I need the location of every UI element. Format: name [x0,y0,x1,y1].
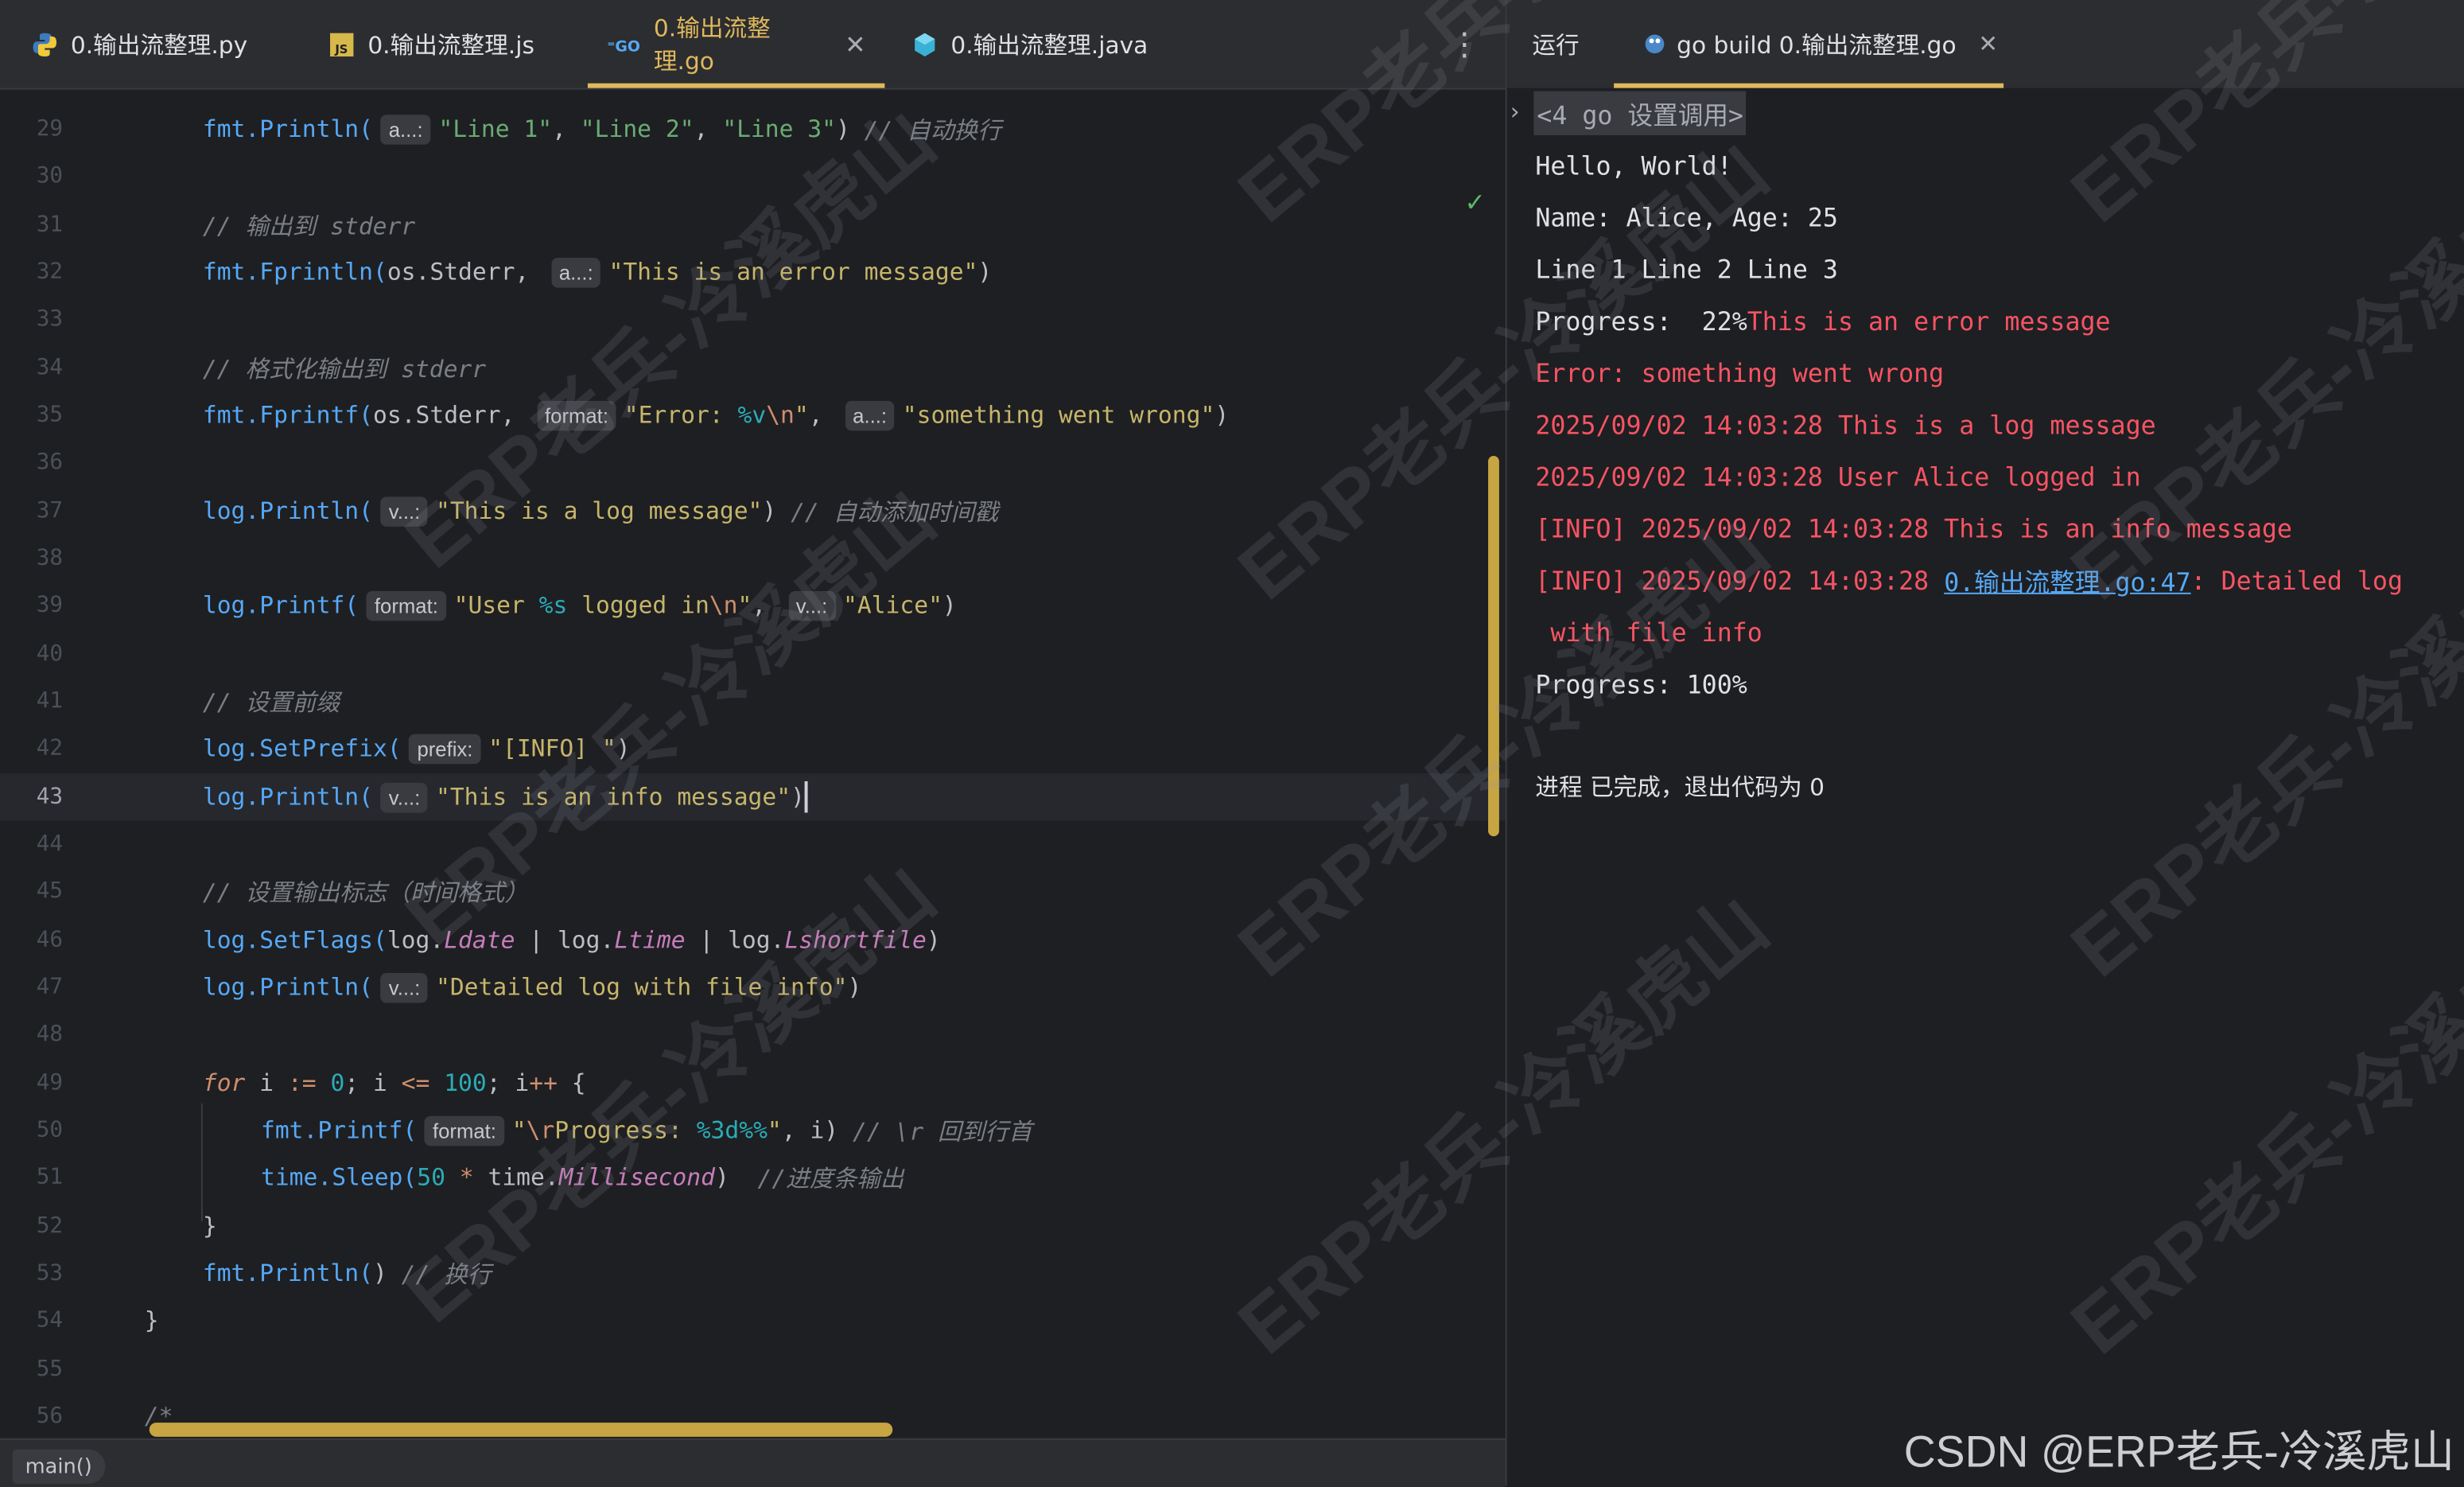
code-text: log.Println(v...: "Detailed log with file… [202,972,862,1002]
code-line[interactable]: 37 log.Println(v...: "This is a log messa… [0,487,1506,534]
console-command-line[interactable]: <4 go 设置调用> [1533,91,1747,135]
console-line: Line 1 Line 2 Line 3 [1535,254,1838,284]
run-panel-header: 运行 go build 0.输出流整理.go ✕ [1506,0,2464,88]
javascript-icon: JS [330,32,354,56]
console-line: Progress: 100% [1535,668,1747,699]
code-editor[interactable]: ✓ 29 fmt.Println(a...: "Line 1", "Line 2"… [0,89,1506,1438]
code-line[interactable]: 44 [0,820,1506,867]
code-line[interactable]: 40 [0,630,1506,677]
code-text: } [202,1212,217,1240]
horizontal-scrollbar[interactable] [149,1423,893,1437]
code-line[interactable]: 49 for i := 0; i <= 100; i ++ { [0,1060,1506,1107]
go-icon: ⁼GO [607,37,640,55]
code-line[interactable]: 31 // 输出到 stderr [0,201,1506,248]
editor-tab-bar: 0.输出流整理.py JS 0.输出流整理.js ⁼GO 0.输出流整理.go … [0,0,1506,90]
console-error-line: [INFO] 2025/09/02 14:03:28 0.输出流整理.go:47… [1535,556,2403,603]
code-line[interactable]: 53 fmt.Println() // 换行 [0,1250,1506,1297]
code-line[interactable]: 46 log.SetFlags(log. Ldate | log. Ltime | … [0,917,1506,963]
code-text: } [144,1306,159,1335]
java-icon [915,32,935,56]
code-text: fmt.Fprintf(os.Stderr, format: "Error: %v… [202,399,1230,430]
console-line: Progress: 22% This is an error message [1535,297,2110,344]
code-comment: // 格式化输出到 stderr [202,354,487,383]
code-line[interactable]: 29 fmt.Println(a...: "Line 1", "Line 2", … [0,105,1506,152]
code-line[interactable]: 39 log.Printf(format: "User %s logged in \… [0,582,1506,629]
code-line[interactable]: 54 } [0,1297,1506,1344]
code-comment: // 设置输出标志（时间格式） [202,878,529,907]
csdn-watermark: CSDN @ERP老兵-冷溪虎山 [1903,1427,2455,1477]
python-icon [33,32,57,56]
breadcrumb: main() [0,1438,1506,1487]
code-line[interactable]: 47 log.Println(v...: "Detailed log with f… [0,963,1506,1010]
close-icon[interactable]: ✕ [845,29,865,60]
code-line[interactable]: 48 [0,1010,1506,1057]
code-line[interactable]: 41 // 设置前缀 [0,678,1506,725]
code-line[interactable]: 50 fmt.Printf(format: " \r Progress: %3d%% "… [0,1107,1506,1154]
run-tab-go-build[interactable]: go build 0.输出流整理.go ✕ [1614,0,2004,88]
console-error-line: 2025/09/02 14:03:28 User Alice logged in [1535,461,2141,492]
code-line[interactable]: 34 // 格式化输出到 stderr [0,345,1506,391]
tab-label: 0.输出流整理.go [653,14,771,76]
tab-python-file[interactable]: 0.输出流整理.py [32,0,248,88]
svg-text:⁼GO: ⁼GO [607,37,640,55]
text-caret [804,780,808,813]
code-line[interactable]: 30 [0,153,1506,200]
code-comment: // 输出到 stderr [202,211,416,240]
tab-js-file[interactable]: JS 0.输出流整理.js [328,0,534,88]
code-line[interactable]: 55 [0,1345,1506,1392]
ide-window: 0.输出流整理.py JS 0.输出流整理.js ⁼GO 0.输出流整理.go … [0,0,2464,1487]
code-text: fmt.Println() // 换行 [202,1259,492,1289]
code-text: fmt.Printf(format: " \r Progress: %3d%% ", i… [260,1115,1032,1146]
code-text: log.SetPrefix(prefix: "[INFO] ") [202,733,631,764]
code-text: for i := 0; i <= 100; i ++ { [202,1069,586,1098]
close-icon[interactable]: ✕ [1978,30,1998,59]
source-file-link[interactable]: 0.输出流整理.go:47 [1944,561,2190,598]
code-line[interactable]: 45 // 设置输出标志（时间格式） [0,868,1506,915]
code-line[interactable]: 52 } [0,1202,1506,1249]
tab-label: 0.输出流整理.java [950,30,1148,60]
code-text: time.Sleep(50 * time. Millisecond) //进度条输… [260,1163,904,1193]
console-stderr-segment: This is an error message [1747,306,2111,336]
tab-java-file[interactable]: 0.输出流整理.java [911,0,1148,88]
indent-guide [200,1103,203,1222]
breadcrumb-item-main[interactable]: main() [12,1449,105,1485]
code-line[interactable]: 38 [0,535,1506,582]
tab-label: 0.输出流整理.js [367,30,534,60]
console-error-line: with file info [1535,617,1762,648]
tab-go-file[interactable]: ⁼GO 0.输出流整理.go ✕ [587,0,885,88]
console-error-line: Error: something went wrong [1535,357,1945,388]
console-error-line: 2025/09/02 14:03:28 This is a log messag… [1535,409,2156,440]
code-text: log.Println(v...: "This is an info messag… [203,780,808,813]
code-line-current[interactable]: 43 log.Println(v...: "This is an info mes… [0,773,1506,821]
code-text: fmt.Fprintln(os.Stderr, a...: "This is an… [202,257,993,287]
svg-text:JS: JS [334,42,348,56]
run-panel-title: 运行 [1532,30,1580,60]
chevron-right-icon[interactable]: › [1510,97,1520,126]
code-line[interactable]: 51 time.Sleep(50 * time. Millisecond) //进… [0,1154,1506,1201]
code-line[interactable]: 42 log.SetPrefix(prefix: "[INFO] ") [0,725,1506,772]
console-line: Hello, World! [1535,150,1732,181]
console-line: Name: Alice, Age: 25 [1535,201,1838,232]
code-line[interactable]: 32 fmt.Fprintln(os.Stderr, a...: "This is… [0,248,1506,295]
tab-label: 0.输出流整理.py [70,30,248,60]
code-text: log.Printf(format: "User %s logged in \n ",… [202,590,957,621]
console-error-line: [INFO] 2025/09/02 14:03:28 This is an in… [1535,513,2292,543]
go-run-icon [1645,34,1665,54]
code-line[interactable]: 35 fmt.Fprintf(os.Stderr, format: "Error:… [0,391,1506,438]
code-line[interactable]: 36 [0,438,1506,485]
vertical-scrollbar[interactable] [1488,455,1499,837]
code-line[interactable]: 33 [0,295,1506,342]
console-stdout-segment: Progress: 22% [1535,306,1747,336]
process-finished-message: 进程 已完成，退出代码为 0 [1535,773,1825,801]
code-text: log.Println(v...: "This is a log message"… [202,496,999,526]
code-text: log.SetFlags(log. Ldate | log. Ltime | log… [202,925,941,955]
more-options-icon[interactable]: ⋮ [1449,0,1481,88]
run-tab-label: go build 0.输出流整理.go [1677,30,1957,60]
run-panel: 运行 go build 0.输出流整理.go ✕ › <4 go 设置调用> H… [1506,0,2464,1486]
code-text: fmt.Println(a...: "Line 1", "Line 2", "Li… [202,114,1001,144]
code-comment: // 设置前缀 [202,687,340,716]
